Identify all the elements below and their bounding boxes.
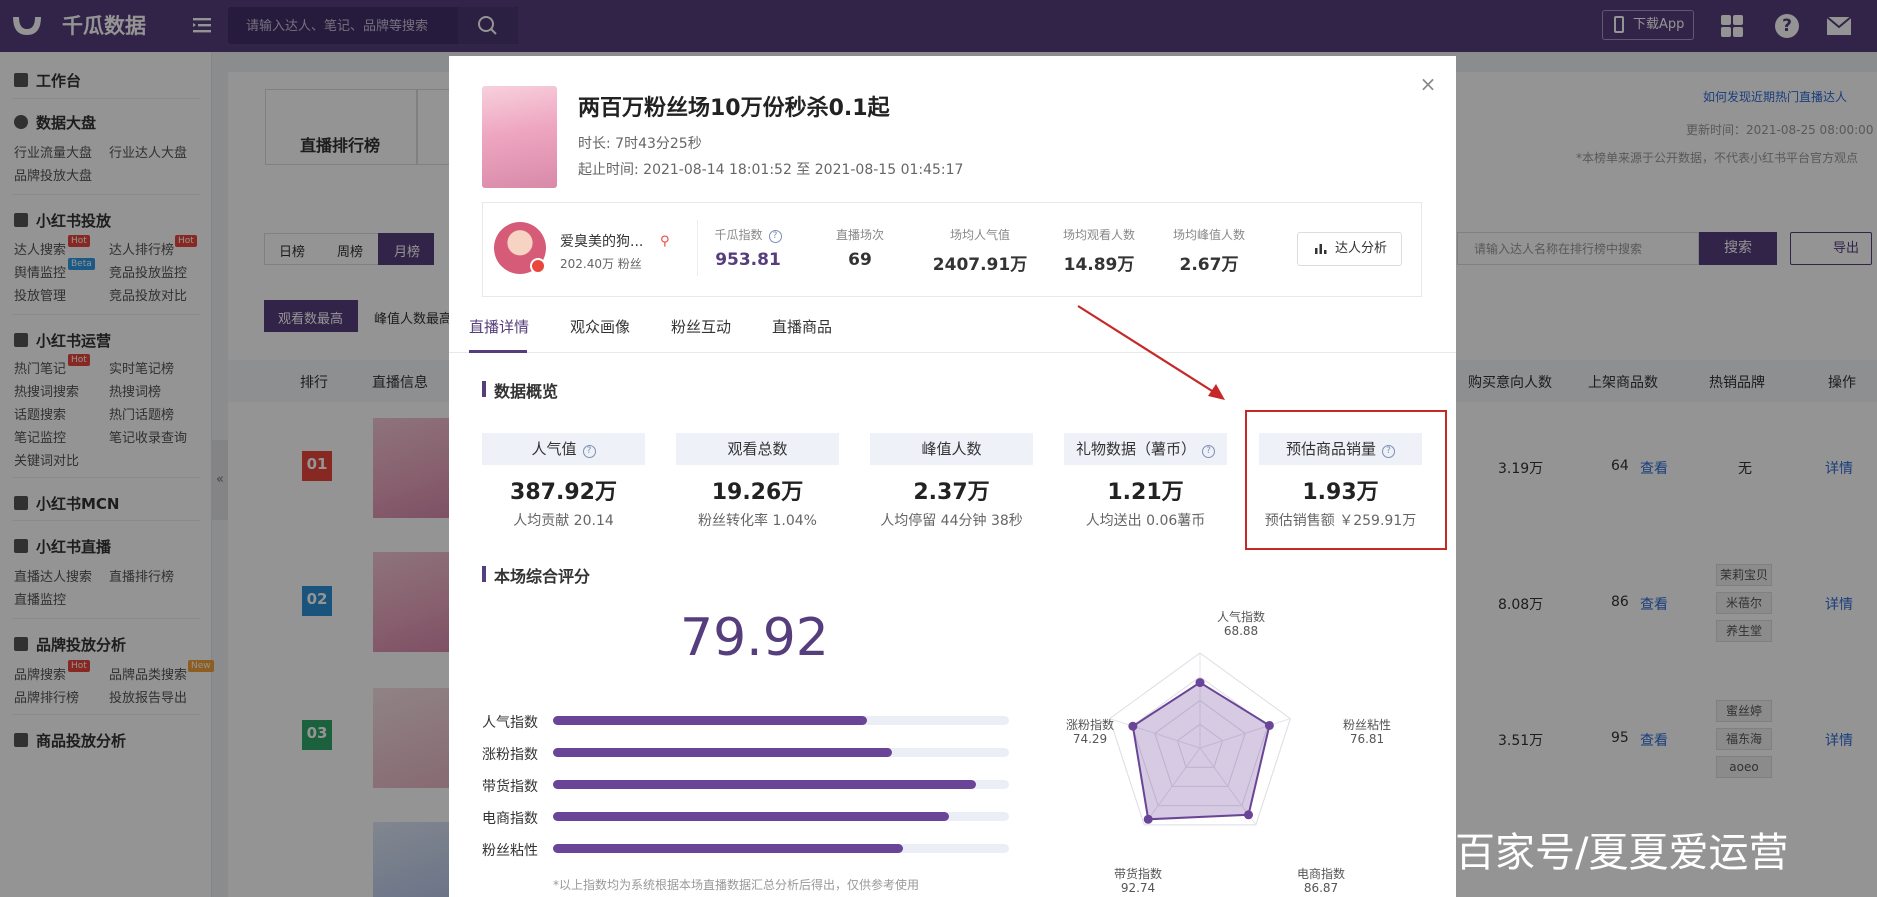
card-sub-peak: 人均停留 44分钟 38秒 xyxy=(880,513,1023,529)
radar-label: 粉丝粘性 76.81 xyxy=(1342,718,1391,746)
card-label-popularity: 人气值? xyxy=(482,433,645,465)
bar-fill xyxy=(553,780,976,789)
live-title: 两百万粉丝场10万份秒杀0.1起 xyxy=(578,96,890,121)
bar-label: 粉丝粘性 xyxy=(482,843,538,859)
card-value-popularity: 387.92万 xyxy=(510,480,617,505)
section-marker xyxy=(482,381,486,397)
tab-live-products[interactable]: 直播商品 xyxy=(772,316,832,337)
card-sub-gifts: 人均送出 0.06薯币 xyxy=(1085,513,1206,529)
verified-badge-icon xyxy=(530,258,546,274)
stat-label-sessions: 直播场次 xyxy=(835,228,884,242)
bar-label: 电商指数 xyxy=(482,811,538,827)
question-icon: ? xyxy=(582,445,596,458)
bar-label: 带货指数 xyxy=(482,779,538,795)
annotation-arrow xyxy=(1077,305,1225,400)
radar-area xyxy=(1131,681,1271,821)
live-cover-image xyxy=(482,86,557,188)
bar-track xyxy=(553,716,1009,725)
bar-fill xyxy=(553,716,868,725)
tab-fan-interaction[interactable]: 粉丝互动 xyxy=(671,316,731,337)
section-marker xyxy=(482,566,486,582)
overall-score: 79.92 xyxy=(680,608,829,668)
stat-value-sessions: 69 xyxy=(848,250,872,270)
bar-label: 人气指数 xyxy=(482,715,538,731)
pin-icon: ⚲ xyxy=(660,234,670,249)
watermark: 百家号/夏夏爱运营 xyxy=(1455,830,1789,876)
live-period: 起止时间: 2021-08-14 18:01:52 至 2021-08-15 0… xyxy=(578,162,964,178)
stat-value-avg-peak: 2.67万 xyxy=(1179,255,1239,275)
bar-track xyxy=(553,748,1009,757)
card-label-peak: 峰值人数 xyxy=(870,433,1033,465)
live-duration: 时长: 7时43分25秒 xyxy=(578,136,702,152)
stat-label-avg-popularity: 场均人气值 xyxy=(949,228,1010,242)
bar-chart-icon xyxy=(1315,244,1327,254)
streamer-name[interactable]: 爱臭美的狗... xyxy=(560,231,643,251)
stat-label-qiangua-index: 千瓜指数? xyxy=(683,226,813,243)
tab-audience[interactable]: 观众画像 xyxy=(570,316,630,337)
radar-label: 电商指数 86.87 xyxy=(1296,867,1345,895)
tab-live-detail[interactable]: 直播详情 xyxy=(469,316,529,337)
radar-label: 涨粉指数 74.29 xyxy=(1065,718,1114,746)
card-value-peak: 2.37万 xyxy=(913,480,990,505)
question-icon: ? xyxy=(768,230,782,243)
card-sub-views: 粉丝转化率 1.04% xyxy=(698,513,817,529)
footnote: *以上指数均为系统根据本场直播数据汇总分析后得出，仅供参考使用 xyxy=(553,878,920,892)
card-label-views: 观看总数 xyxy=(676,433,839,465)
tab-divider xyxy=(449,352,1456,353)
stat-value-avg-popularity: 2407.91万 xyxy=(932,255,1028,275)
bar-label: 涨粉指数 xyxy=(482,747,538,763)
bar-fill xyxy=(553,748,892,757)
radar-point xyxy=(1195,678,1205,688)
streamer-fans: 202.40万 粉丝 xyxy=(560,257,642,271)
card-sub-popularity: 人均贡献 20.14 xyxy=(513,513,614,529)
stat-label-avg-peak: 场均峰值人数 xyxy=(1172,228,1245,242)
radar-label: 带货指数 92.74 xyxy=(1113,867,1162,895)
radar-chart xyxy=(1109,652,1291,826)
bar-fill xyxy=(553,844,904,853)
bar-track xyxy=(553,812,1009,821)
close-icon[interactable]: × xyxy=(1418,74,1438,94)
bar-track xyxy=(553,844,1009,853)
card-label-gifts: 礼物数据（薯币）? xyxy=(1064,433,1227,465)
radar-point xyxy=(1264,720,1274,730)
radar-label: 人气指数 68.88 xyxy=(1216,610,1265,638)
radar-point xyxy=(1143,814,1153,824)
bar-track xyxy=(553,780,1009,789)
stat-value-qiangua-index: 953.81 xyxy=(715,250,781,270)
score-title: 本场综合评分 xyxy=(494,567,591,586)
overview-title: 数据概览 xyxy=(494,382,559,401)
question-icon: ? xyxy=(1202,445,1215,458)
bar-fill xyxy=(553,812,950,821)
card-value-views: 19.26万 xyxy=(711,480,804,505)
streamer-analysis-button[interactable]: 达人分析 xyxy=(1297,232,1402,266)
radar-point xyxy=(1244,810,1254,820)
card-value-gifts: 1.21万 xyxy=(1107,480,1184,505)
active-tab-indicator xyxy=(469,350,527,353)
highlight-box xyxy=(1245,410,1447,550)
